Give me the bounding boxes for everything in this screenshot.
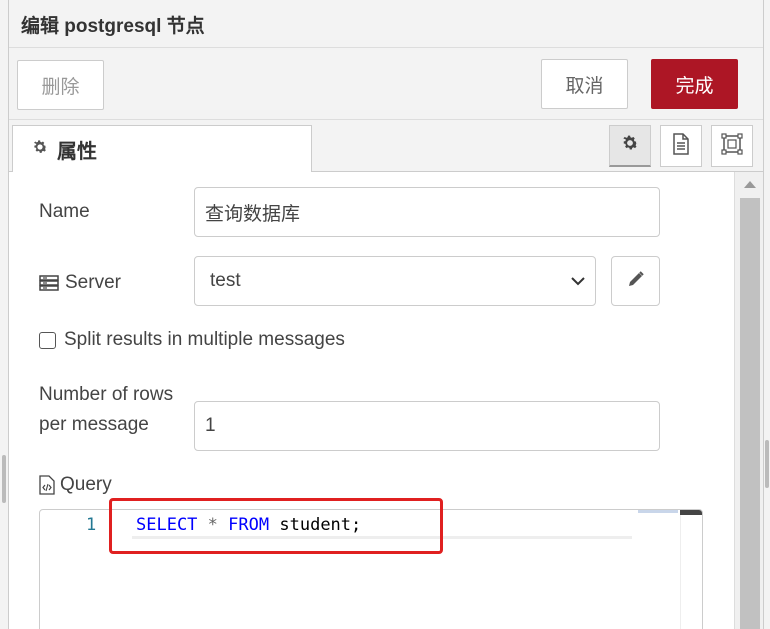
cancel-button[interactable]: 取消 xyxy=(541,59,628,109)
tray-title: 编辑 postgresql 节点 xyxy=(21,16,205,37)
document-icon xyxy=(671,132,691,160)
editor-minimap[interactable] xyxy=(680,510,702,629)
rows-per-message-input[interactable]: 1 xyxy=(194,401,660,451)
server-icon xyxy=(39,275,59,291)
delete-button[interactable]: 删除 xyxy=(17,60,104,110)
resize-handle-right[interactable] xyxy=(765,440,769,488)
code-file-icon xyxy=(39,475,55,495)
query-label-row: Query xyxy=(39,474,112,496)
minimap-indicator xyxy=(638,510,678,513)
right-edge xyxy=(764,0,770,629)
name-label: Name xyxy=(39,201,90,222)
resize-handle[interactable] xyxy=(2,455,6,503)
annotation-highlight-box xyxy=(109,498,443,554)
chevron-down-icon xyxy=(571,270,585,292)
pencil-icon xyxy=(627,270,645,293)
split-results-checkbox[interactable] xyxy=(39,332,56,349)
line-number: 1 xyxy=(86,515,97,535)
edit-tray: 编辑 postgresql 节点 删除 取消 完成 属性 Name 查询数据库 … xyxy=(8,0,764,629)
name-input[interactable]: 查询数据库 xyxy=(194,187,660,237)
server-value: test xyxy=(210,270,241,291)
properties-form: Name 查询数据库 Server test Split results in … xyxy=(9,172,734,629)
scroll-up-arrow[interactable] xyxy=(744,181,756,188)
split-results-label: Split results in multiple messages xyxy=(64,329,345,350)
done-button[interactable]: 完成 xyxy=(651,59,738,109)
tab-properties[interactable]: 属性 xyxy=(12,125,312,173)
description-tab-button[interactable] xyxy=(660,125,702,167)
appearance-tab-button[interactable] xyxy=(711,125,753,167)
tab-bar: 属性 xyxy=(9,120,763,173)
query-label: Query xyxy=(60,474,112,495)
gear-icon xyxy=(620,133,640,158)
left-edge xyxy=(0,0,8,629)
frame-icon xyxy=(721,132,743,160)
server-label: Server xyxy=(65,272,121,293)
server-label-row: Server xyxy=(39,272,121,294)
edit-server-button[interactable] xyxy=(611,256,660,306)
gear-icon xyxy=(31,138,49,161)
rows-label-line1: Number of rows xyxy=(39,384,174,405)
settings-tab-button[interactable] xyxy=(609,125,651,167)
form-scrollbar[interactable] xyxy=(734,172,763,629)
tray-toolbar: 删除 取消 完成 xyxy=(9,48,763,120)
scroll-thumb[interactable] xyxy=(740,198,760,629)
server-select[interactable]: test xyxy=(194,256,596,306)
tab-properties-label: 属性 xyxy=(57,141,97,163)
rows-label-line2: per message xyxy=(39,414,149,435)
tray-header: 编辑 postgresql 节点 xyxy=(9,0,763,48)
editor-scroll-shadow xyxy=(680,510,702,515)
